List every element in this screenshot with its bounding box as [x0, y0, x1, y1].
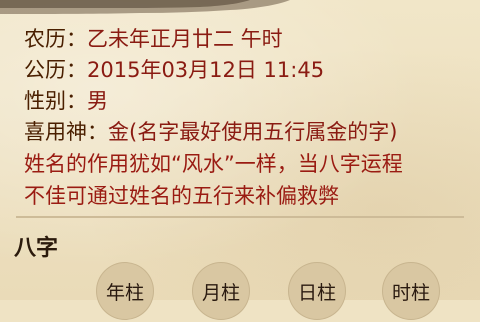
gender-value: 男	[87, 89, 108, 113]
solar-date-row: 公历：2015年03月12日 11:45	[24, 55, 464, 86]
solar-date-label: 公历：	[24, 58, 87, 82]
gender-row: 性别：男	[24, 86, 464, 117]
year-pillar-label: 年柱	[105, 281, 144, 304]
month-pillar-label: 月柱	[201, 281, 240, 304]
gender-label: 性别：	[24, 89, 87, 113]
bazi-pillars: 年柱 月柱 日柱 时柱	[0, 262, 480, 322]
lunar-date-row: 农历：乙未年正月廿二 午时	[24, 24, 464, 55]
hour-pillar-label: 时柱	[391, 281, 430, 304]
solar-date-value: 2015年03月12日 11:45	[87, 58, 325, 82]
ink-brush-decoration	[0, 0, 290, 14]
day-pillar-button[interactable]: 日柱	[288, 262, 346, 320]
bazi-section-title: 八字	[14, 236, 59, 261]
lunar-date-value: 乙未年正月廿二 午时	[87, 27, 283, 51]
favorable-element-label: 喜用神：	[24, 120, 108, 144]
name-note-line-2: 不佳可通过姓名的五行来补偏救弊	[24, 184, 339, 208]
lunar-date-label: 农历：	[24, 27, 87, 51]
year-pillar-button[interactable]: 年柱	[96, 262, 154, 320]
birth-info-panel: 农历：乙未年正月廿二 午时 公历：2015年03月12日 11:45 性别：男 …	[24, 24, 464, 212]
hour-pillar-button[interactable]: 时柱	[382, 262, 440, 320]
day-pillar-label: 日柱	[297, 281, 336, 304]
section-divider	[16, 216, 464, 218]
name-note-line-1: 姓名的作用犹如“风水”一样，当八字运程	[24, 152, 403, 176]
month-pillar-button[interactable]: 月柱	[192, 262, 250, 320]
favorable-element-value: 金(名字最好使用五行属金的字)	[108, 120, 398, 144]
favorable-element-row: 喜用神：金(名字最好使用五行属金的字)	[24, 117, 464, 148]
